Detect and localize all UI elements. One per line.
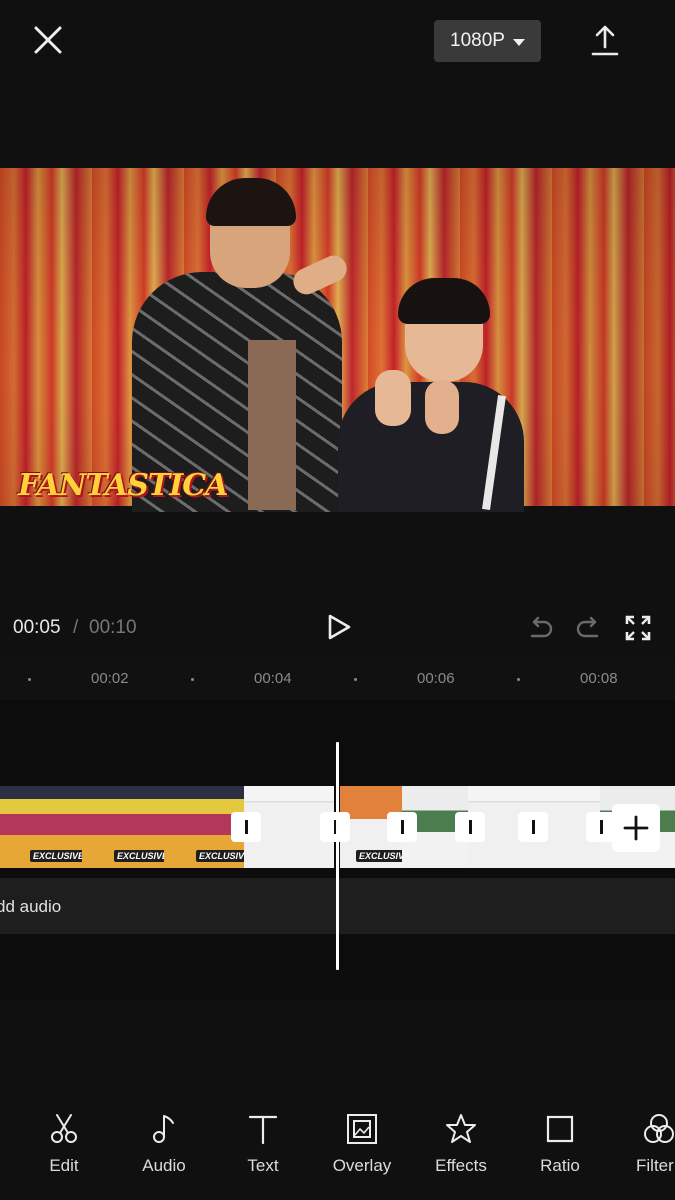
person-female-hand-right bbox=[425, 380, 459, 434]
redo-button[interactable] bbox=[575, 614, 603, 642]
ratio-square-icon bbox=[546, 1115, 574, 1143]
split-bar bbox=[599, 820, 603, 834]
tool-label: Effects bbox=[435, 1156, 487, 1175]
tool-overlay[interactable]: Overlay bbox=[317, 1112, 407, 1176]
transition-button[interactable] bbox=[455, 812, 485, 842]
exclusive-badge: EXCLUSIVE bbox=[356, 850, 402, 862]
split-bar bbox=[468, 820, 472, 834]
tool-label: Text bbox=[247, 1156, 279, 1175]
fullscreen-icon bbox=[625, 615, 651, 641]
text-icon bbox=[248, 1115, 278, 1145]
add-clip-button[interactable] bbox=[612, 804, 660, 852]
overlay-icon bbox=[347, 1114, 377, 1144]
undo-icon bbox=[530, 616, 553, 638]
resolution-dropdown[interactable]: 1080P bbox=[434, 20, 541, 62]
filter-icon bbox=[644, 1114, 674, 1143]
exclusive-badge: EXCLUSIVE bbox=[30, 850, 82, 862]
clip-thumbnail[interactable]: EXCLUSIVE bbox=[82, 786, 165, 868]
transition-button[interactable] bbox=[387, 812, 417, 842]
split-bar bbox=[244, 820, 248, 834]
ruler-tick-label: 00:02 bbox=[91, 670, 129, 687]
resolution-label: 1080P bbox=[450, 30, 505, 51]
play-icon bbox=[328, 614, 351, 640]
tool-label: Filter bbox=[636, 1156, 674, 1175]
split-bar bbox=[531, 820, 535, 834]
split-bar bbox=[400, 820, 404, 834]
caret-down-icon bbox=[512, 38, 525, 46]
transition-button[interactable] bbox=[518, 812, 548, 842]
ruler-tick-label: 00:06 bbox=[417, 670, 455, 687]
play-button[interactable] bbox=[325, 613, 353, 641]
tool-label: Ratio bbox=[540, 1156, 580, 1175]
clip-thumbnail[interactable]: EXCLUSIVE bbox=[0, 786, 83, 868]
undo-button[interactable] bbox=[526, 614, 554, 642]
tool-label: Edit bbox=[49, 1156, 79, 1175]
ruler-tick-label: 00:04 bbox=[254, 670, 292, 687]
redo-icon bbox=[576, 616, 599, 638]
plus-icon bbox=[623, 815, 649, 841]
person-female-hand-left bbox=[375, 370, 411, 426]
add-audio-label[interactable]: dd audio bbox=[0, 897, 61, 917]
export-button[interactable] bbox=[588, 24, 622, 58]
close-button[interactable] bbox=[30, 22, 66, 58]
tool-filter[interactable]: Filter bbox=[614, 1112, 675, 1176]
top-bar: 1080P bbox=[0, 0, 675, 82]
current-time: 00:05 bbox=[13, 617, 61, 638]
tool-effects[interactable]: Effects bbox=[416, 1112, 506, 1176]
ruler-dot bbox=[191, 678, 194, 681]
show-logo: FANTASTICA bbox=[18, 468, 228, 503]
effects-star-icon bbox=[446, 1114, 476, 1143]
fullscreen-button[interactable] bbox=[624, 614, 652, 642]
scissors-icon bbox=[51, 1114, 77, 1143]
exclusive-badge: EXCLUSIVE bbox=[114, 850, 164, 862]
upload-icon bbox=[591, 25, 619, 56]
ruler-dot bbox=[354, 678, 357, 681]
transition-button[interactable] bbox=[320, 812, 350, 842]
total-time: 00:10 bbox=[89, 617, 137, 638]
tool-label: Audio bbox=[142, 1156, 186, 1175]
tool-text[interactable]: Text bbox=[218, 1112, 308, 1176]
person-male-shirt bbox=[248, 340, 296, 510]
playhead[interactable] bbox=[336, 742, 339, 970]
close-icon bbox=[34, 26, 62, 54]
ruler-dot bbox=[517, 678, 520, 681]
tool-audio[interactable]: Audio bbox=[119, 1112, 209, 1176]
time-separator: / bbox=[73, 617, 79, 638]
tool-label: Overlay bbox=[332, 1156, 392, 1175]
exclusive-badge: EXCLUSIVE bbox=[196, 850, 244, 862]
tool-edit[interactable]: Edit bbox=[19, 1112, 109, 1176]
ruler-dot bbox=[28, 678, 31, 681]
ruler-tick-label: 00:08 bbox=[580, 670, 618, 687]
transition-button[interactable] bbox=[231, 812, 261, 842]
music-note-icon bbox=[153, 1115, 174, 1143]
tool-ratio[interactable]: Ratio bbox=[515, 1112, 605, 1176]
